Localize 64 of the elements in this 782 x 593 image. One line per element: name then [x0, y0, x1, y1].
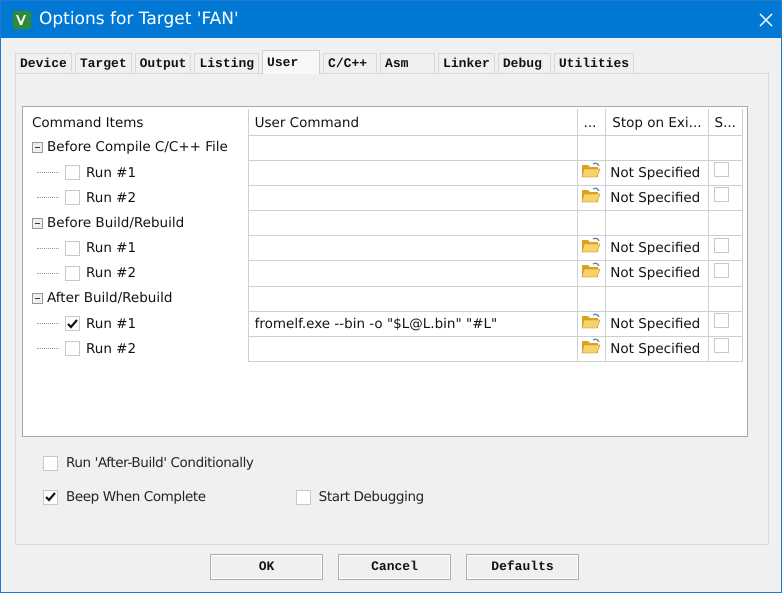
checkbox[interactable]: [714, 338, 729, 354]
checkbox[interactable]: [714, 187, 729, 202]
checkbox-label[interactable]: Run 'After-Build' Conditionally: [66, 453, 254, 474]
column-header: Command Items: [32, 115, 144, 131]
column-header: S...: [714, 115, 736, 131]
checkbox[interactable]: [43, 456, 58, 471]
checkbox[interactable]: [714, 262, 729, 278]
collapse-icon[interactable]: [32, 293, 43, 304]
checkbox[interactable]: [714, 313, 729, 328]
tree-item[interactable]: Run #1: [86, 238, 136, 258]
close-icon[interactable]: [759, 12, 773, 26]
checkbox[interactable]: [65, 190, 80, 206]
tab[interactable]: C/C++: [323, 53, 378, 73]
folder-icon[interactable]: [580, 312, 601, 330]
tab[interactable]: Debug: [498, 53, 551, 73]
checkbox-label[interactable]: Beep When Complete: [66, 487, 206, 508]
tab[interactable]: User: [262, 50, 320, 74]
tab[interactable]: Listing: [194, 53, 260, 73]
table-cell: Not Specified: [610, 240, 700, 256]
tree-item[interactable]: Run #1: [86, 314, 136, 334]
folder-icon[interactable]: [580, 236, 601, 254]
dialog-button[interactable]: Cancel: [338, 554, 451, 580]
tab[interactable]: Asm: [380, 53, 436, 73]
dialog-button[interactable]: Defaults: [466, 554, 579, 580]
tab[interactable]: Target: [74, 53, 132, 73]
checkbox[interactable]: [65, 316, 80, 332]
table-cell: fromelf.exe --bin -o "$L@L.bin" "#L": [254, 316, 498, 332]
checkbox[interactable]: [714, 162, 729, 177]
checkbox[interactable]: [714, 238, 729, 252]
checkbox[interactable]: [296, 490, 311, 505]
tab[interactable]: Device: [15, 53, 72, 73]
tab[interactable]: Linker: [438, 53, 495, 73]
folder-icon[interactable]: [580, 336, 601, 355]
checkbox[interactable]: [65, 240, 80, 256]
tree-item[interactable]: After Build/Rebuild: [47, 288, 172, 309]
column-header: ...: [584, 115, 596, 131]
tree-item[interactable]: Run #2: [86, 188, 136, 208]
folder-icon[interactable]: [580, 160, 601, 178]
tree-item[interactable]: Run #2: [86, 338, 136, 359]
checkbox-label[interactable]: Start Debugging: [318, 487, 424, 508]
column-header: Stop on Exi...: [612, 115, 702, 131]
tree-item[interactable]: Before Build/Rebuild: [47, 212, 184, 234]
folder-icon[interactable]: [580, 186, 601, 204]
table-cell: Not Specified: [610, 164, 700, 180]
table-cell: Not Specified: [610, 265, 700, 282]
checkbox[interactable]: [65, 341, 80, 356]
table-cell: Not Specified: [610, 190, 700, 206]
tree-item[interactable]: Run #1: [86, 162, 136, 183]
window-title: Options for Target 'FAN': [39, 8, 240, 31]
tab[interactable]: Output: [134, 53, 192, 73]
table-cell: Not Specified: [610, 316, 700, 332]
tree-item[interactable]: Run #2: [86, 263, 136, 284]
app-icon: [13, 10, 31, 28]
folder-icon[interactable]: [580, 261, 601, 280]
collapse-icon[interactable]: [32, 142, 43, 153]
checkbox[interactable]: [43, 490, 58, 505]
tree-item[interactable]: Before Compile C/C++ File: [47, 137, 228, 158]
table-cell: Not Specified: [610, 340, 700, 357]
tab[interactable]: Utilities: [554, 53, 634, 73]
collapse-icon[interactable]: [32, 218, 43, 228]
checkbox[interactable]: [65, 165, 80, 180]
column-header: User Command: [254, 115, 360, 131]
checkbox[interactable]: [65, 266, 80, 281]
dialog-button[interactable]: OK: [210, 554, 323, 580]
